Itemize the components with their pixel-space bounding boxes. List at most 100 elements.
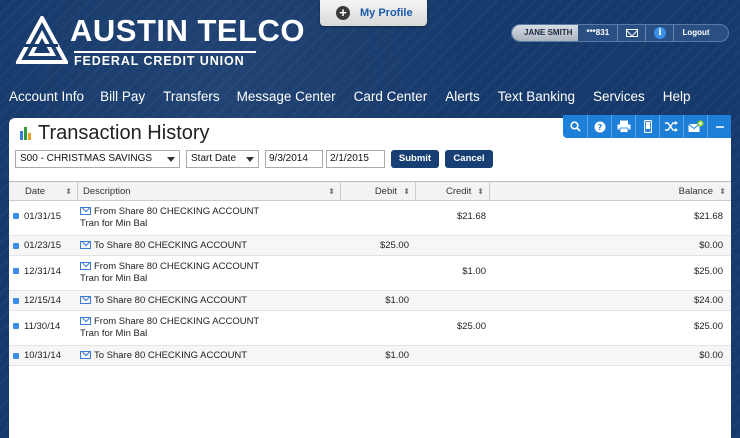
search-button[interactable] (563, 115, 587, 138)
logout-button[interactable]: Logout (674, 25, 717, 41)
row-balance: $0.00 (699, 240, 723, 251)
row-description: To Share 80 CHECKING ACCOUNT (80, 295, 247, 307)
mail-add-button[interactable] (683, 115, 707, 138)
row-description: From Share 80 CHECKING ACCOUNT Tran for … (80, 206, 259, 230)
help-button[interactable]: ? (587, 115, 611, 138)
mail-add-icon (687, 120, 704, 132)
table-row[interactable]: 01/31/15 From Share 80 CHECKING ACCOUNT … (9, 201, 731, 236)
envelope-icon (80, 207, 91, 215)
nav-bill-pay[interactable]: Bill Pay (100, 89, 145, 104)
submit-button[interactable]: Submit (391, 150, 439, 168)
expand-icon[interactable] (13, 353, 19, 359)
row-date: 12/31/14 (24, 266, 61, 277)
logo-mark-icon (16, 16, 68, 64)
expand-icon[interactable] (13, 268, 19, 274)
search-icon (569, 121, 581, 132)
table-row[interactable]: 12/15/14 To Share 80 CHECKING ACCOUNT $1… (9, 291, 731, 311)
envelope-icon (80, 262, 91, 270)
nav-alerts[interactable]: Alerts (445, 89, 480, 104)
expand-icon[interactable] (13, 323, 19, 329)
row-description-text: To Share 80 CHECKING ACCOUNT (94, 295, 248, 306)
date-type-value: Start Date (191, 153, 237, 164)
row-debit: $1.00 (385, 295, 409, 306)
column-date[interactable]: Date ⬍ (9, 182, 77, 201)
mobile-button[interactable] (635, 115, 659, 138)
table-header: Date ⬍ Description ⬍ Debit ⬍ Credit ⬍ Ba… (9, 181, 731, 201)
date-type-select[interactable]: Start Date (186, 150, 259, 168)
row-description-note: Tran for Min Bal (80, 218, 148, 229)
envelope-icon (80, 296, 91, 304)
column-credit[interactable]: Credit ⬍ (415, 182, 489, 201)
nav-message-center[interactable]: Message Center (237, 89, 336, 104)
column-description-label: Description (83, 186, 131, 197)
start-date-input[interactable]: 9/3/2014 (265, 150, 323, 168)
sort-icon: ⬍ (403, 187, 410, 196)
transactions-table: Date ⬍ Description ⬍ Debit ⬍ Credit ⬍ Ba… (9, 181, 731, 366)
row-balance: $25.00 (693, 321, 723, 332)
envelope-icon (80, 317, 91, 325)
row-date: 11/30/14 (24, 321, 61, 332)
row-description: From Share 80 CHECKING ACCOUNT Tran for … (80, 316, 259, 340)
print-icon (617, 120, 630, 133)
nav-card-center[interactable]: Card Center (354, 89, 428, 104)
nav-transfers[interactable]: Transfers (163, 89, 220, 104)
row-balance: $24.00 (693, 295, 723, 306)
column-balance-label: Balance (678, 186, 713, 197)
row-date: 01/23/15 (24, 240, 61, 251)
chevron-down-icon (167, 157, 175, 162)
row-description-text: From Share 80 CHECKING ACCOUNT (94, 206, 260, 217)
row-description-note: Tran for Min Bal (80, 328, 148, 339)
table-row[interactable]: 01/23/15 To Share 80 CHECKING ACCOUNT $2… (9, 236, 731, 256)
column-debit-label: Debit (374, 186, 397, 197)
user-bar: JANE SMITH ***831 i Logout (511, 24, 729, 42)
account-select-value: S00 - CHRISTMAS SAVINGS (20, 153, 153, 164)
row-balance: $0.00 (699, 350, 723, 361)
nav-account-info[interactable]: Account Info (9, 89, 84, 104)
minimize-button[interactable] (707, 115, 731, 138)
row-debit: $1.00 (385, 350, 409, 361)
row-credit: $1.00 (462, 266, 486, 277)
row-debit: $25.00 (379, 240, 409, 251)
column-debit[interactable]: Debit ⬍ (340, 182, 415, 201)
row-credit: $25.00 (456, 321, 486, 332)
bar-chart-icon (19, 126, 34, 141)
row-description-note: Tran for Min Bal (80, 273, 148, 284)
cancel-button[interactable]: Cancel (445, 150, 493, 168)
expand-icon[interactable] (13, 243, 19, 249)
row-credit: $21.68 (456, 211, 486, 222)
nav-text-banking[interactable]: Text Banking (498, 89, 575, 104)
envelope-icon (80, 351, 91, 359)
nav-help[interactable]: Help (663, 89, 691, 104)
main-nav: Account Info Bill Pay Transfers Message … (9, 89, 691, 104)
my-profile-tab[interactable]: + My Profile (320, 0, 427, 26)
column-credit-label: Credit (446, 186, 472, 197)
page-title: Transaction History (38, 122, 210, 144)
messages-button[interactable] (618, 25, 647, 41)
row-description-text: From Share 80 CHECKING ACCOUNT (94, 261, 260, 272)
account-select[interactable]: S00 - CHRISTMAS SAVINGS (15, 150, 180, 168)
expand-icon[interactable] (13, 213, 19, 219)
column-date-label: Date (25, 186, 46, 197)
column-balance[interactable]: Balance ⬍ (489, 182, 731, 201)
table-row[interactable]: 12/31/14 From Share 80 CHECKING ACCOUNT … (9, 256, 731, 291)
nav-services[interactable]: Services (593, 89, 645, 104)
sort-icon: ⬍ (65, 187, 72, 196)
row-balance: $25.00 (693, 266, 723, 277)
shuffle-button[interactable] (659, 115, 683, 138)
row-date: 10/31/14 (24, 350, 61, 361)
svg-text:?: ? (597, 123, 602, 132)
mobile-icon (643, 120, 652, 133)
expand-icon[interactable] (13, 298, 19, 304)
transaction-history-panel: Transaction History ? S00 - CHRISTMAS SA… (9, 115, 731, 438)
print-button[interactable] (611, 115, 635, 138)
table-row[interactable]: 11/30/14 From Share 80 CHECKING ACCOUNT … (9, 311, 731, 346)
column-description[interactable]: Description ⬍ (77, 182, 340, 201)
brand-name: AUSTIN TELCO (70, 13, 306, 48)
account-number[interactable]: ***831 (578, 25, 619, 41)
envelope-icon (80, 241, 91, 249)
table-row[interactable]: 10/31/14 To Share 80 CHECKING ACCOUNT $1… (9, 346, 731, 366)
end-date-input[interactable]: 2/1/2015 (326, 150, 385, 168)
row-description: To Share 80 CHECKING ACCOUNT (80, 350, 247, 362)
brand-logo[interactable]: AUSTIN TELCO FEDERAL CREDIT UNION (16, 14, 305, 70)
info-button[interactable]: i (646, 25, 675, 41)
